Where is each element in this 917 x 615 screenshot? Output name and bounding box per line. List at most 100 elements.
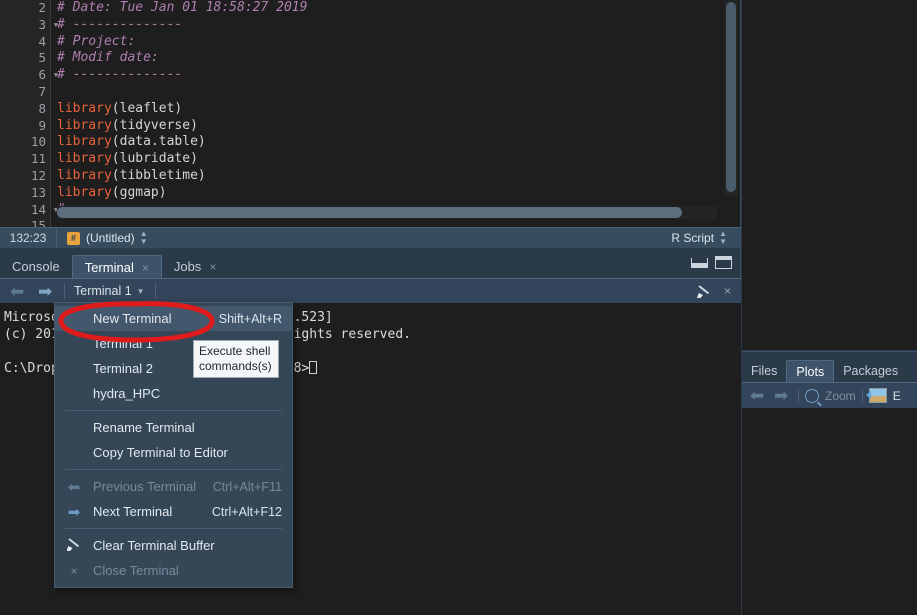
code-token: library [57,167,112,183]
menu-separator [65,410,282,411]
tab-jobs[interactable]: Jobs × [162,255,228,279]
file-name-label: (Untitled) [86,231,135,245]
code-token: (leaflet) [111,100,183,116]
toolbar-divider [64,283,65,299]
code-line[interactable]: library(ggmap) [57,185,718,202]
line-number: 13 [30,184,46,200]
terminal-toolbar: ⬅ ➡ Terminal 1 ▼ × [0,279,741,303]
code-line[interactable]: library(tidyverse) [57,118,718,135]
broom-icon[interactable] [697,284,712,298]
forward-arrow-icon[interactable]: ➡ [38,283,56,300]
code-token: # Modif date: [57,50,159,66]
editor-horizontal-scrollbar[interactable] [57,206,717,219]
code-token: (tibbletime) [111,167,206,183]
document-type-label: R Script [671,231,715,245]
tab-label: Packages [843,364,899,378]
forward-arrow-icon[interactable]: ➡ [774,387,792,404]
arrow-left-icon: ⬅ [67,478,81,496]
code-line[interactable]: # Modif date: [57,50,718,67]
code-line[interactable]: # -------------- [57,17,718,34]
close-icon[interactable]: × [724,284,731,298]
tab-label: Console [12,259,60,274]
cursor-position-label: 132:23 [0,228,57,248]
tab-label: Jobs [173,259,202,274]
right-upper-pane [742,0,917,350]
plots-display-area [742,408,917,615]
maximize-icon[interactable] [715,256,732,269]
back-arrow-icon[interactable]: ⬅ [750,387,768,404]
menu-separator [65,528,282,529]
code-token: (lubridate) [111,151,198,167]
line-number: 7 [38,83,46,99]
tooltip: Execute shell commands(s) [193,340,279,378]
code-line[interactable]: library(leaflet) [57,101,718,118]
line-number: 9 [38,117,46,133]
editor-body[interactable]: 2 3 ▼ 4 5 6 ▼ 7 8 9 10 11 12 13 14 ▼ 15 # Date: Tue Jan … [0,0,740,227]
tab-packages[interactable]: Packages [834,360,907,383]
r-script-badge-icon: # [67,231,80,245]
menu-item-label: Previous Terminal [93,479,197,494]
line-number: 6 ▼ [38,67,58,83]
code-token: # Project: [57,33,136,49]
code-token: # -------------- [57,67,183,83]
scrollbar-thumb[interactable] [57,207,682,218]
close-x-icon: × [70,564,78,578]
menu-item-label: Rename Terminal [93,420,195,435]
code-line[interactable]: library(lubridate) [57,151,718,168]
code-line[interactable] [57,84,718,101]
menu-item-next-terminal[interactable]: ➡ Next Terminal Ctrl+Alt+F12 [55,499,292,524]
back-arrow-icon[interactable]: ⬅ [10,283,28,300]
menu-item-label: Next Terminal [93,504,173,519]
line-number: 15 [30,218,46,227]
terminal-selector-dropdown[interactable]: Terminal 1 ▼ [74,284,145,298]
editor-vertical-scrollbar[interactable] [724,0,738,196]
code-line[interactable] [57,218,718,227]
line-number: 11 [30,151,46,167]
document-type-selector[interactable]: R Script ▲ ▼ [671,230,741,246]
scope-stepper-icon[interactable]: ▲ ▼ [140,230,148,246]
line-number: 14 ▼ [30,201,58,217]
console-tab-bar: Console Terminal × Jobs × [0,253,741,279]
chevron-down-icon[interactable]: ▼ [137,287,145,296]
menu-item-label: hydra_HPC [93,386,161,401]
menu-item-shortcut: Ctrl+Alt+F11 [212,479,282,494]
menu-item-rename-terminal[interactable]: Rename Terminal [55,415,292,440]
menu-separator [65,469,282,470]
code-line[interactable]: library(tibbletime) [57,168,718,185]
chevron-down-icon[interactable]: ▲ ▼ [719,230,727,246]
line-number: 8 [38,100,46,116]
menu-item-clear-terminal-buffer[interactable]: Clear Terminal Buffer [55,533,292,558]
close-icon[interactable]: × [209,255,216,279]
right-pane-tab-bar: Files Plots Packages [742,358,907,383]
scrollbar-thumb[interactable] [726,2,736,192]
line-number: 4 [38,33,46,49]
menu-item-copy-terminal-to-editor[interactable]: Copy Terminal to Editor [55,440,292,465]
menu-item-new-terminal[interactable]: New Terminal Shift+Alt+R [55,306,292,331]
export-icon[interactable] [865,388,887,403]
zoom-icon[interactable] [805,388,819,403]
plots-toolbar: ⬅ ➡ Zoom E [742,383,917,408]
code-token: # -------------- [57,16,183,32]
code-line[interactable]: library(data.table) [57,134,718,151]
editor-status-bar: 132:23 # (Untitled) ▲ ▼ R Script ▲ ▼ [0,227,741,248]
code-token: (data.table) [111,134,206,150]
minimize-icon[interactable] [691,257,708,268]
tab-console[interactable]: Console [0,255,72,279]
tab-terminal[interactable]: Terminal × [71,255,162,280]
broom-icon [55,537,93,554]
close-icon[interactable]: × [142,256,149,280]
export-label[interactable]: E [893,389,901,403]
zoom-label[interactable]: Zoom [825,389,856,403]
menu-item-hydra-hpc[interactable]: hydra_HPC [55,381,292,406]
code-line[interactable]: # Date: Tue Jan 01 18:58:27 2019 [57,0,718,17]
arrow-right-icon: ➡ [67,503,81,521]
code-line[interactable]: # Project: [57,34,718,51]
tab-plots[interactable]: Plots [786,360,835,383]
code-token: (tidyverse) [111,117,198,133]
code-token: library [57,134,112,150]
code-line[interactable]: # -------------- [57,67,718,84]
rstudio-window: 2 3 ▼ 4 5 6 ▼ 7 8 9 10 11 12 13 14 ▼ 15 # Date: Tue Jan … [0,0,917,615]
menu-item-label: New Terminal [93,311,172,326]
editor-code-area[interactable]: # Date: Tue Jan 01 18:58:27 2019 # ------… [57,0,718,227]
tab-files[interactable]: Files [742,360,786,383]
